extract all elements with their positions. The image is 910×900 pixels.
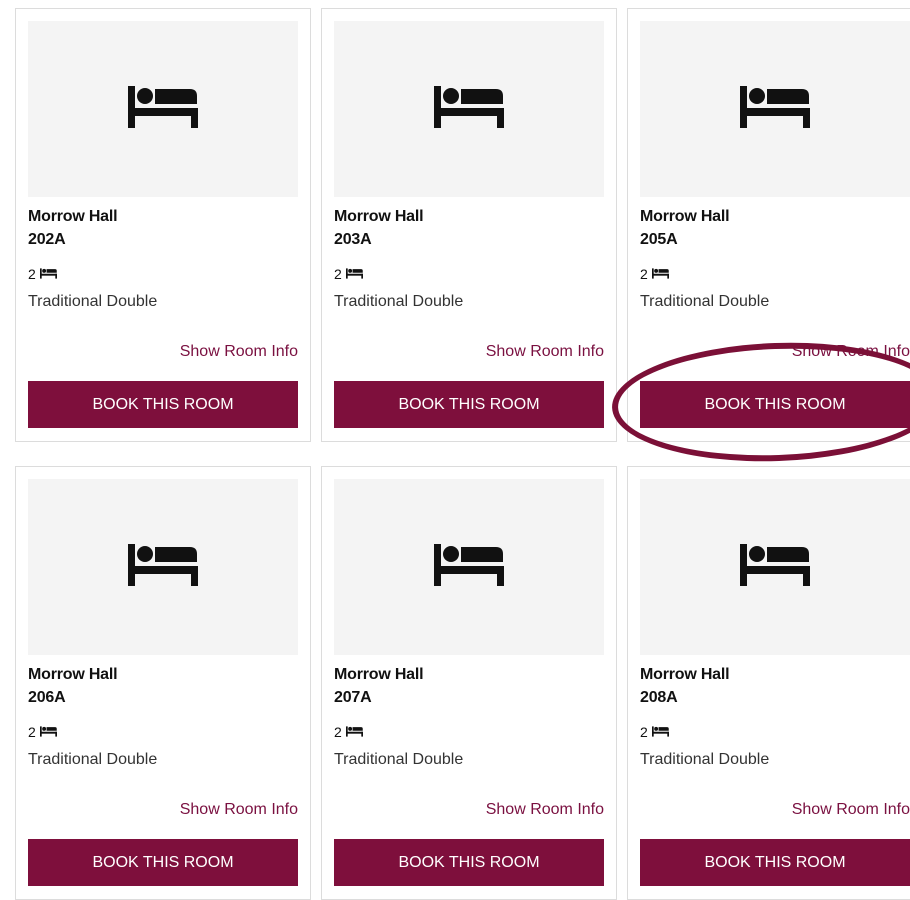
bed-count-value: 2 bbox=[640, 266, 648, 282]
book-room-button[interactable]: BOOK THIS ROOM bbox=[640, 381, 910, 428]
room-card: Morrow Hall 205A 2 Traditional Double Show R… bbox=[627, 8, 910, 442]
show-room-info-link[interactable]: Show Room Info bbox=[792, 801, 910, 819]
room-image-placeholder bbox=[28, 479, 298, 655]
bed-count: 2 bbox=[334, 266, 363, 282]
room-card: Morrow Hall 207A 2 Traditional Double Show R… bbox=[321, 466, 617, 900]
show-room-info-link[interactable]: Show Room Info bbox=[792, 343, 910, 361]
bed-icon bbox=[345, 266, 363, 282]
room-type: Traditional Double bbox=[334, 293, 464, 310]
bed-count-value: 2 bbox=[28, 724, 36, 740]
show-room-info-link[interactable]: Show Room Info bbox=[486, 343, 604, 361]
room-type: Traditional Double bbox=[28, 751, 158, 768]
room-type: Traditional Double bbox=[28, 293, 158, 310]
book-room-button[interactable]: BOOK THIS ROOM bbox=[28, 839, 298, 886]
room-number: 203A bbox=[334, 231, 372, 248]
bed-icon bbox=[651, 266, 669, 282]
show-room-info-link[interactable]: Show Room Info bbox=[180, 801, 298, 819]
bed-icon bbox=[740, 85, 810, 133]
room-type: Traditional Double bbox=[640, 293, 770, 310]
bed-count: 2 bbox=[334, 724, 363, 740]
bed-icon bbox=[39, 724, 57, 740]
show-room-info-link[interactable]: Show Room Info bbox=[180, 343, 298, 361]
book-room-button[interactable]: BOOK THIS ROOM bbox=[28, 381, 298, 428]
room-image-placeholder bbox=[640, 21, 910, 197]
bed-count-value: 2 bbox=[640, 724, 648, 740]
room-image-placeholder bbox=[640, 479, 910, 655]
bed-count: 2 bbox=[640, 266, 669, 282]
book-room-button[interactable]: BOOK THIS ROOM bbox=[334, 381, 604, 428]
bed-icon bbox=[345, 724, 363, 740]
bed-icon bbox=[434, 85, 504, 133]
room-card: Morrow Hall 203A 2 Traditional Double Show R… bbox=[321, 8, 617, 442]
bed-count: 2 bbox=[28, 266, 57, 282]
bed-count: 2 bbox=[640, 724, 669, 740]
room-number: 208A bbox=[640, 689, 678, 706]
hall-name: Morrow Hall bbox=[28, 666, 118, 683]
bed-count: 2 bbox=[28, 724, 57, 740]
room-card: Morrow Hall 208A 2 Traditional Double Show R… bbox=[627, 466, 910, 900]
hall-name: Morrow Hall bbox=[334, 666, 424, 683]
book-room-button[interactable]: BOOK THIS ROOM bbox=[334, 839, 604, 886]
show-room-info-link[interactable]: Show Room Info bbox=[486, 801, 604, 819]
bed-icon bbox=[651, 724, 669, 740]
hall-name: Morrow Hall bbox=[334, 208, 424, 225]
bed-icon bbox=[128, 85, 198, 133]
hall-name: Morrow Hall bbox=[640, 666, 730, 683]
room-type: Traditional Double bbox=[640, 751, 770, 768]
room-image-placeholder bbox=[334, 21, 604, 197]
hall-name: Morrow Hall bbox=[640, 208, 730, 225]
room-number: 205A bbox=[640, 231, 678, 248]
room-type: Traditional Double bbox=[334, 751, 464, 768]
hall-name: Morrow Hall bbox=[28, 208, 118, 225]
room-number: 206A bbox=[28, 689, 66, 706]
bed-icon bbox=[434, 543, 504, 591]
book-room-button[interactable]: BOOK THIS ROOM bbox=[640, 839, 910, 886]
room-image-placeholder bbox=[28, 21, 298, 197]
room-number: 207A bbox=[334, 689, 372, 706]
room-image-placeholder bbox=[334, 479, 604, 655]
bed-icon bbox=[740, 543, 810, 591]
bed-icon bbox=[39, 266, 57, 282]
bed-count-value: 2 bbox=[28, 266, 36, 282]
room-card: Morrow Hall 206A 2 Traditional Double Show R… bbox=[15, 466, 311, 900]
bed-count-value: 2 bbox=[334, 266, 342, 282]
bed-icon bbox=[128, 543, 198, 591]
room-number: 202A bbox=[28, 231, 66, 248]
bed-count-value: 2 bbox=[334, 724, 342, 740]
room-card: Morrow Hall 202A 2 Traditional Double Show R… bbox=[15, 8, 311, 442]
